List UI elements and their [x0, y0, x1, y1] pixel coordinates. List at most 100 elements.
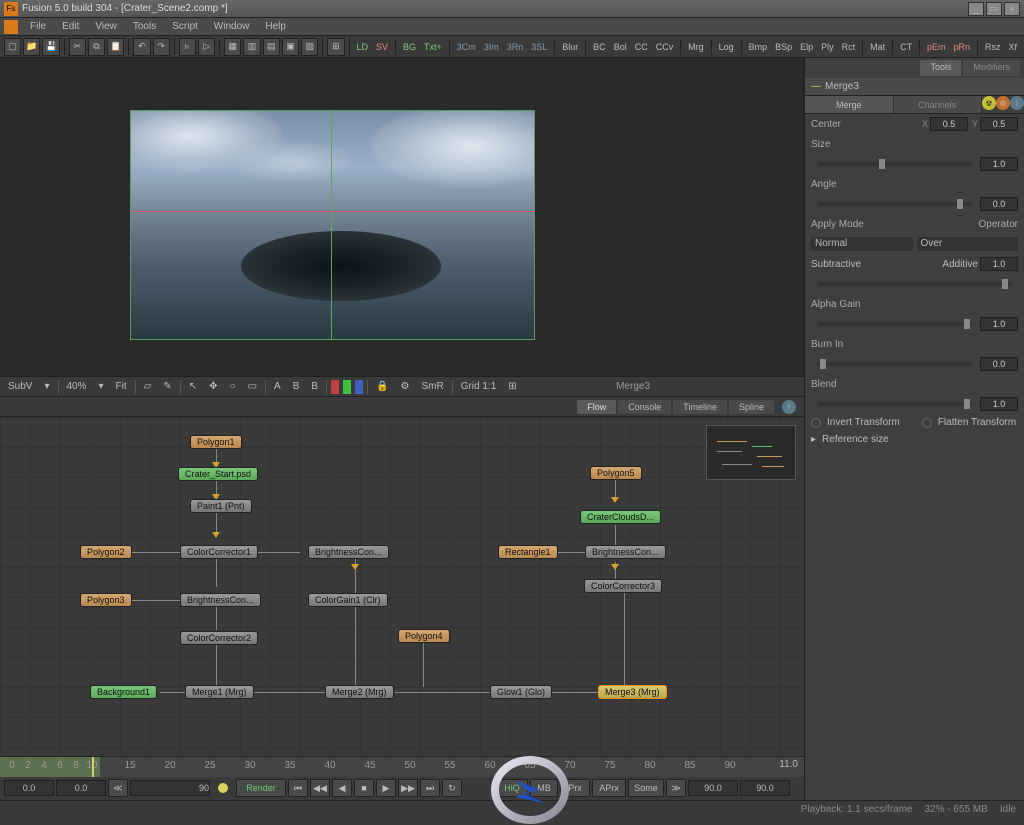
next-range-button[interactable]: ≫	[666, 779, 686, 797]
paste-icon[interactable]: 📋	[107, 38, 124, 56]
size-field[interactable]	[980, 157, 1018, 171]
viewer-image[interactable]	[130, 110, 535, 340]
angle-slider[interactable]	[817, 202, 972, 206]
tool-rsz[interactable]: Rsz	[982, 40, 1004, 54]
applymode-select[interactable]: Normal	[811, 237, 913, 251]
node-colorcorrector2[interactable]: ColorCorrector2	[180, 631, 258, 645]
tool-3im[interactable]: 3Im	[481, 40, 502, 54]
node-brightnesscon2[interactable]: BrightnessCon...	[180, 593, 261, 607]
layout1-icon[interactable]: ▦	[224, 38, 241, 56]
tool-ct[interactable]: CT	[897, 40, 915, 54]
layout5-icon[interactable]: ▨	[301, 38, 318, 56]
tool-ld[interactable]: LD	[353, 40, 371, 54]
alpha-field[interactable]	[980, 317, 1018, 331]
burn-field[interactable]	[980, 357, 1018, 371]
some-button[interactable]: Some	[628, 779, 664, 797]
smr-button[interactable]: SmR	[417, 380, 447, 393]
range2-field[interactable]	[740, 780, 790, 796]
node-merge3[interactable]: Merge3 (Mrg)	[598, 685, 667, 699]
tool-bol[interactable]: Bol	[611, 40, 630, 54]
tool-xf[interactable]: Xf	[1006, 40, 1021, 54]
center-x-field[interactable]	[930, 117, 968, 131]
subtab-channels[interactable]: Channels	[894, 96, 983, 113]
radiation-icon[interactable]: ☢	[982, 96, 996, 110]
blue-swatch[interactable]	[355, 380, 363, 394]
flow-navigator[interactable]	[706, 425, 796, 480]
node-colorcorrector3[interactable]: ColorCorrector3	[584, 579, 662, 593]
cut-icon[interactable]: ✂	[69, 38, 86, 56]
move-icon[interactable]: ✥	[205, 380, 221, 393]
tool-bsp[interactable]: BSp	[772, 40, 795, 54]
viewer-panel[interactable]	[0, 58, 804, 376]
a-button[interactable]: A	[270, 380, 285, 393]
tab-modifiers[interactable]: Modifiers	[963, 60, 1020, 76]
node-polygon2[interactable]: Polygon2	[80, 545, 132, 559]
redo-icon[interactable]: ↷	[153, 38, 170, 56]
node-brightnesscon1[interactable]: BrightnessCon...	[308, 545, 389, 559]
invert-check[interactable]	[811, 418, 821, 428]
prx-button[interactable]: Prx	[560, 779, 590, 797]
brush-icon[interactable]: ✎	[159, 380, 175, 393]
menu-tools[interactable]: Tools	[125, 19, 164, 34]
play-icon[interactable]: ▷	[198, 38, 215, 56]
zoom-level[interactable]: 40%	[63, 380, 91, 393]
tool-mrg[interactable]: Mrg	[685, 40, 707, 54]
tool-ply[interactable]: Ply	[818, 40, 837, 54]
tool-elp[interactable]: Elp	[797, 40, 816, 54]
alpha-slider[interactable]	[817, 322, 972, 326]
tab-tools[interactable]: Tools	[920, 60, 961, 76]
subtab-merge[interactable]: Merge	[805, 96, 894, 113]
undo-icon[interactable]: ↶	[133, 38, 150, 56]
play-start-icon[interactable]: ▹	[179, 38, 196, 56]
flatten-check[interactable]	[922, 418, 932, 428]
save-icon[interactable]: 💾	[42, 38, 59, 56]
node-glow1[interactable]: Glow1 (Glo)	[490, 685, 552, 699]
stop-icon[interactable]: ■	[354, 779, 374, 797]
angle-field[interactable]	[980, 197, 1018, 211]
subadd-slider[interactable]	[817, 282, 1012, 286]
node-colorcorrector1[interactable]: ColorCorrector1	[180, 545, 258, 559]
frame-field[interactable]	[130, 780, 210, 796]
info2-icon[interactable]: i	[1010, 96, 1024, 110]
node-merge2[interactable]: Merge2 (Mrg)	[325, 685, 394, 699]
menu-window[interactable]: Window	[206, 19, 258, 34]
circle-icon[interactable]: ○	[226, 380, 240, 393]
node-polygon1[interactable]: Polygon1	[190, 435, 242, 449]
layout3-icon[interactable]: ▤	[263, 38, 280, 56]
out-field[interactable]	[56, 780, 106, 796]
range1-field[interactable]	[688, 780, 738, 796]
gear2-icon[interactable]: ⚙	[996, 96, 1010, 110]
tool-ccv[interactable]: CCv	[653, 40, 677, 54]
grid-label[interactable]: Grid 1:1	[457, 380, 501, 393]
play-fwd-icon[interactable]: ▶	[376, 779, 396, 797]
menu-edit[interactable]: Edit	[54, 19, 87, 34]
node-brightnesscon3[interactable]: BrightnessCon...	[585, 545, 666, 559]
node-colorgain1[interactable]: ColorGain1 (Clr)	[308, 593, 388, 607]
copy-icon[interactable]: ⧉	[88, 38, 105, 56]
node-polygon5[interactable]: Polygon5	[590, 466, 642, 480]
vertical-guide[interactable]	[331, 111, 332, 339]
horizontal-guide[interactable]	[131, 211, 534, 212]
mb-button[interactable]: MB	[530, 779, 558, 797]
size-slider[interactable]	[817, 162, 972, 166]
poly-tool-icon[interactable]: ▱	[140, 380, 156, 393]
go-start-icon[interactable]: ⏮	[288, 779, 308, 797]
time-ruler[interactable]: 02 46 810 1520 2530 3540 4550 5560 6570 …	[0, 757, 804, 777]
green-swatch[interactable]	[343, 380, 351, 394]
grid-icon[interactable]: ⊞	[327, 38, 344, 56]
play-back-icon[interactable]: ◀	[332, 779, 352, 797]
menu-script[interactable]: Script	[164, 19, 206, 34]
layout2-icon[interactable]: ▥	[243, 38, 260, 56]
tool-txt[interactable]: Txt+	[421, 40, 445, 54]
tool-bg[interactable]: BG	[400, 40, 419, 54]
collapse-icon[interactable]: —	[811, 81, 821, 92]
node-crater-start[interactable]: Crater_Start.psd	[178, 467, 258, 481]
hiq-button[interactable]: HiQ	[496, 779, 528, 797]
tool-prn[interactable]: pRn	[951, 40, 974, 54]
prev-range-button[interactable]: ≪	[108, 779, 128, 797]
arrow-icon[interactable]: ↖	[185, 380, 201, 393]
flow-panel[interactable]: Polygon1 Crater_Start.psd Paint1 (Pnt) P…	[0, 416, 804, 756]
aprx-button[interactable]: APrx	[592, 779, 626, 797]
tool-log[interactable]: Log	[716, 40, 737, 54]
info-icon[interactable]: i	[782, 400, 796, 414]
